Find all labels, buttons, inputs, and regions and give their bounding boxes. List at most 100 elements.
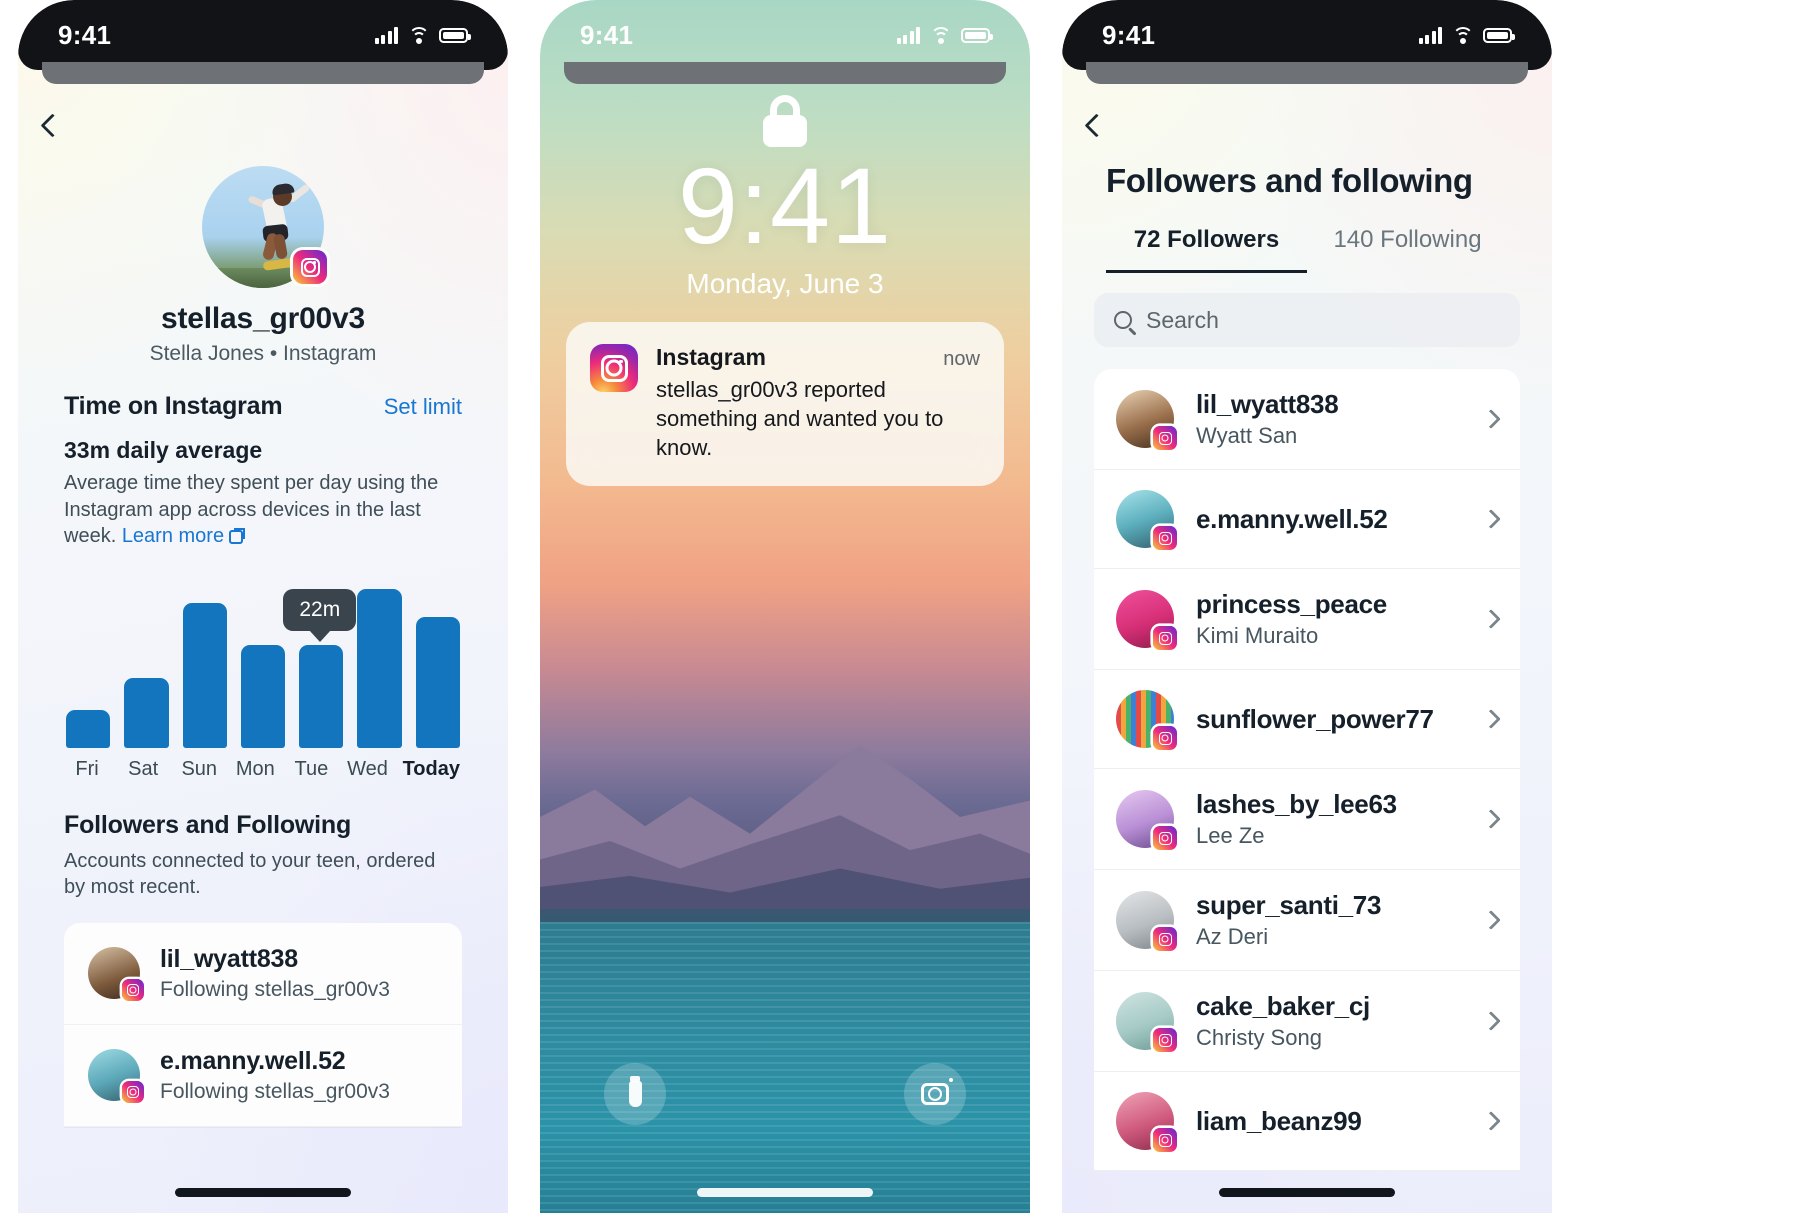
status-time: 9:41 (58, 19, 112, 50)
avatar (1116, 891, 1177, 951)
bar-fill (240, 645, 286, 748)
row-text: sunflower_power77 (1196, 704, 1462, 735)
chart-tooltip: 22m (283, 589, 357, 632)
x-label-sun: Sun (181, 757, 218, 780)
row-text: liam_beanz99 (1196, 1106, 1462, 1137)
back-button[interactable] (18, 94, 88, 156)
follower-handle: e.manny.well.52 (160, 1046, 346, 1075)
followers-section-title: Followers and Following (64, 810, 352, 839)
bar-fill (124, 677, 169, 748)
notification-text: stellas_gr00v3 reported something and wa… (656, 377, 944, 461)
tab-following[interactable]: 140 Following (1307, 226, 1508, 273)
status-bar-3: 9:41 (1062, 0, 1552, 70)
profile-handle: stellas_gr00v3 (160, 302, 366, 335)
section-title: Time on Instagram (64, 392, 283, 420)
x-label-wed: Wed (347, 757, 388, 780)
x-label-today: Today (402, 757, 460, 780)
wifi-icon (930, 27, 951, 44)
avatar (1116, 790, 1177, 850)
external-link-icon (229, 528, 246, 545)
section-header: Time on Instagram Set limit (64, 392, 462, 421)
follower-row[interactable]: lashes_by_lee63 Lee Ze (1094, 769, 1520, 870)
follower-real-name: Wyatt San (1196, 423, 1298, 448)
followers-list: lil_wyatt838 Wyatt San e.manny.well.52 prin… (1094, 369, 1520, 1171)
row-text: lil_wyatt838 Following stellas_gr00v3 (160, 945, 390, 1002)
lockscreen-date: Monday, June 3 (686, 268, 884, 299)
avatar (1116, 490, 1177, 550)
bar-wed[interactable] (357, 580, 402, 748)
avatar (1116, 390, 1177, 450)
follower-preview-row[interactable]: e.manny.well.52 Following stellas_gr00v3 (64, 1025, 462, 1127)
search-placeholder: Search (1146, 306, 1219, 333)
wifi-icon (408, 27, 429, 44)
bar-sun[interactable] (182, 580, 227, 748)
instagram-icon (122, 1081, 144, 1104)
follower-row[interactable]: lil_wyatt838 Wyatt San (1094, 369, 1520, 470)
status-icons (896, 26, 993, 44)
followers-section: Followers and Following Accounts connect… (18, 781, 508, 901)
follower-real-name: Christy Song (1196, 1025, 1322, 1050)
search-field[interactable]: Search (1094, 293, 1520, 347)
chevron-left-icon (40, 112, 65, 138)
bar-fill (357, 589, 402, 748)
follower-handle: liam_beanz99 (1196, 1105, 1362, 1136)
avatar (1116, 992, 1177, 1052)
camera-button[interactable] (904, 1063, 966, 1125)
home-indicator[interactable] (175, 1188, 351, 1197)
cellular-signal-icon (896, 26, 920, 44)
chevron-right-icon (1481, 709, 1501, 729)
follower-row[interactable]: princess_peace Kimi Muraito (1094, 569, 1520, 670)
tab-bar: 72 Followers 140 Following (1106, 226, 1508, 273)
bar-fri[interactable] (66, 580, 111, 748)
follower-handle: lashes_by_lee63 (1196, 789, 1397, 819)
notification-card[interactable]: Instagram now stellas_gr00v3 reported so… (566, 322, 1004, 487)
set-limit-link[interactable]: Set limit (384, 394, 462, 420)
section-description: Average time they spent per day using th… (64, 470, 462, 550)
follower-row[interactable]: e.manny.well.52 (1094, 470, 1520, 569)
bar-fill (182, 603, 227, 748)
instagram-icon (293, 250, 327, 284)
bar-sat[interactable] (124, 580, 169, 748)
bar-fill (66, 710, 111, 748)
time-bar-chart[interactable]: 22m (64, 580, 462, 748)
follower-handle: lil_wyatt838 (1196, 389, 1339, 419)
followers-preview-list: lil_wyatt838 Following stellas_gr00v3 e.ma… (64, 922, 462, 1127)
follower-preview-row[interactable]: lil_wyatt838 Following stellas_gr00v3 (64, 923, 462, 1025)
bar-fill (299, 645, 344, 748)
bar-today[interactable] (415, 580, 460, 748)
avatar (1116, 1092, 1177, 1152)
home-indicator[interactable] (1219, 1188, 1395, 1197)
followers-section-description: Accounts connected to your teen, ordered… (64, 849, 436, 899)
follower-handle: cake_baker_cj (1196, 991, 1370, 1021)
avatar (1116, 690, 1177, 750)
tab-followers[interactable]: 72 Followers (1106, 226, 1307, 273)
follower-handle: super_santi_73 (1196, 890, 1382, 920)
follower-row[interactable]: cake_baker_cj Christy Song (1094, 971, 1520, 1072)
flashlight-button[interactable] (604, 1063, 666, 1125)
phone-lockscreen: 9:41 9:41 Monday, June 3 Instagram now s… (540, 0, 1030, 1213)
water-surface (540, 921, 1030, 1213)
chevron-right-icon (1481, 609, 1501, 629)
instagram-icon (122, 979, 144, 1002)
bar-mon[interactable] (240, 580, 286, 748)
flashlight-icon (628, 1076, 642, 1107)
instagram-icon (1153, 826, 1177, 850)
learn-more-link[interactable]: Learn more (122, 525, 224, 547)
daily-average-value: 33m daily average (64, 437, 263, 463)
follower-row[interactable]: liam_beanz99 (1094, 1072, 1520, 1171)
lock-icon (763, 95, 807, 147)
profile-avatar[interactable] (202, 166, 327, 288)
instagram-icon (1153, 626, 1177, 650)
follower-row[interactable]: sunflower_power77 (1094, 670, 1520, 769)
battery-icon (1483, 27, 1515, 43)
home-indicator[interactable] (697, 1188, 873, 1197)
follower-relationship: Following stellas_gr00v3 (160, 1079, 390, 1103)
status-bar-1: 9:41 (18, 0, 508, 70)
battery-icon (439, 27, 471, 43)
x-label-tue: Tue (294, 757, 329, 780)
chevron-right-icon (1481, 509, 1501, 529)
back-button[interactable] (1062, 94, 1132, 156)
chevron-right-icon (1481, 1111, 1501, 1131)
follower-row[interactable]: super_santi_73 Az Deri (1094, 870, 1520, 971)
row-text: e.manny.well.52 Following stellas_gr00v3 (160, 1047, 390, 1104)
